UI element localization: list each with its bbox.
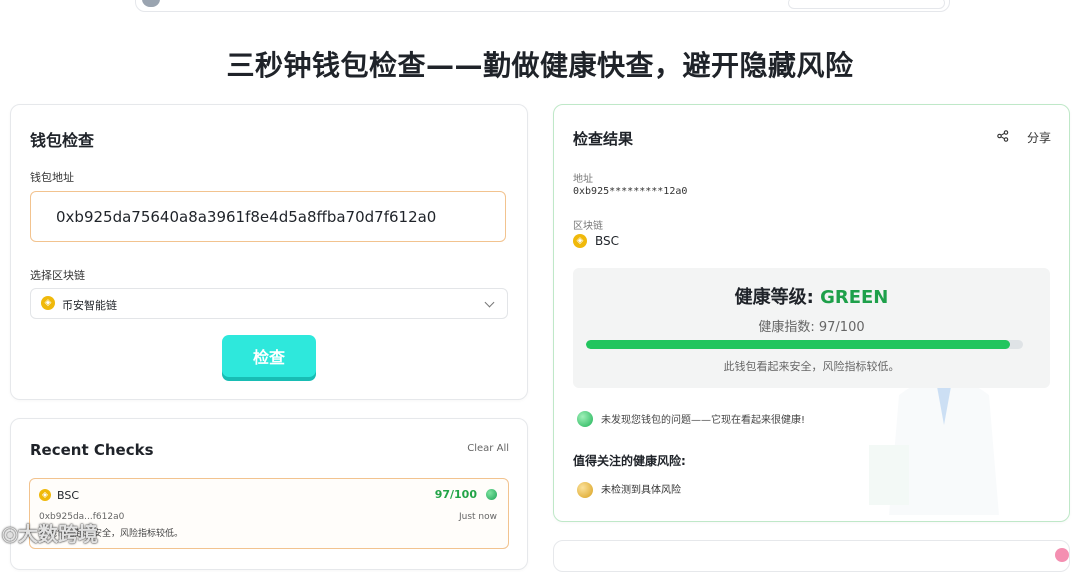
- check-button[interactable]: 检查: [222, 335, 316, 377]
- wallet-check-title: 钱包检查: [30, 131, 95, 150]
- next-card: [553, 540, 1070, 572]
- chain-select[interactable]: ◈ 币安智能链: [30, 288, 508, 319]
- recent-check-item[interactable]: ◈ BSC 97/100 0xb925da...f612a0 Just now …: [29, 478, 509, 549]
- watermark: ⦿大数跨境: [2, 518, 98, 547]
- health-level: 健康等级: GREEN: [573, 283, 1050, 309]
- status-dot-icon: [486, 489, 497, 500]
- chain-label: 选择区块链: [30, 269, 85, 282]
- result-title: 检查结果: [573, 130, 634, 148]
- wallet-check-card: 钱包检查 钱包地址 选择区块链 ◈ 币安智能链 检查: [10, 104, 528, 400]
- health-index: 健康指数: 97/100: [758, 320, 865, 335]
- yellow-status-icon: [577, 482, 593, 498]
- result-chain-value: BSC: [595, 234, 620, 248]
- bnb-coin-icon: ◈: [41, 296, 55, 310]
- risks-title: 值得关注的健康风险:: [573, 454, 686, 468]
- result-card: 检查结果 分享 地址 0xb925*********12a0 区块链 ◈ BSC…: [553, 104, 1070, 522]
- health-progress-fill: [586, 340, 1010, 349]
- health-progress-bar: [586, 340, 1023, 349]
- recent-item-time: Just now: [458, 512, 497, 522]
- watermark-logo-icon: ⦿: [2, 526, 19, 545]
- address-label: 钱包地址: [30, 171, 74, 184]
- recent-checks-card: Recent Checks Clear All ◈ BSC 97/100 0xb…: [10, 418, 528, 570]
- share-label: 分享: [1026, 131, 1051, 145]
- no-issue-text: 未发现您钱包的问题——它现在看起来很健康!: [601, 415, 806, 426]
- recent-item-score: 97/100: [434, 488, 477, 501]
- recent-checks-title: Recent Checks: [30, 441, 154, 459]
- health-level-value: GREEN: [820, 287, 889, 308]
- result-address-label: 地址: [573, 174, 593, 185]
- top-nav-bar: [135, 0, 950, 12]
- share-icon: [997, 130, 1009, 142]
- chain-select-value: 币安智能链: [62, 299, 117, 312]
- result-chain-label: 区块链: [573, 221, 603, 232]
- result-address-value: 0xb925*********12a0: [573, 186, 688, 197]
- risk-item: 未检测到具体风险: [601, 485, 681, 496]
- green-status-icon: [577, 411, 593, 427]
- bnb-coin-icon: ◈: [573, 234, 587, 248]
- notification-dot: [1055, 548, 1069, 562]
- bnb-coin-icon: ◈: [39, 489, 51, 501]
- clear-all-button[interactable]: Clear All: [467, 443, 509, 454]
- nav-button[interactable]: [788, 0, 945, 9]
- wallet-address-input[interactable]: [30, 191, 506, 242]
- health-level-label: 健康等级:: [734, 287, 821, 308]
- health-summary-box: 健康等级: GREEN 健康指数: 97/100 此钱包看起来安全，风险指标较低…: [573, 268, 1050, 388]
- chevron-down-icon: [484, 297, 495, 308]
- recent-item-chain: BSC: [57, 489, 80, 502]
- share-button[interactable]: 分享: [997, 129, 1051, 146]
- logo-icon: [142, 0, 160, 7]
- health-summary-text: 此钱包看起来安全，风险指标较低。: [723, 360, 900, 373]
- watermark-text: 大数跨境: [18, 522, 99, 546]
- page-title: 三秒钟钱包检查——勤做健康快查，避开隐藏风险: [226, 49, 854, 82]
